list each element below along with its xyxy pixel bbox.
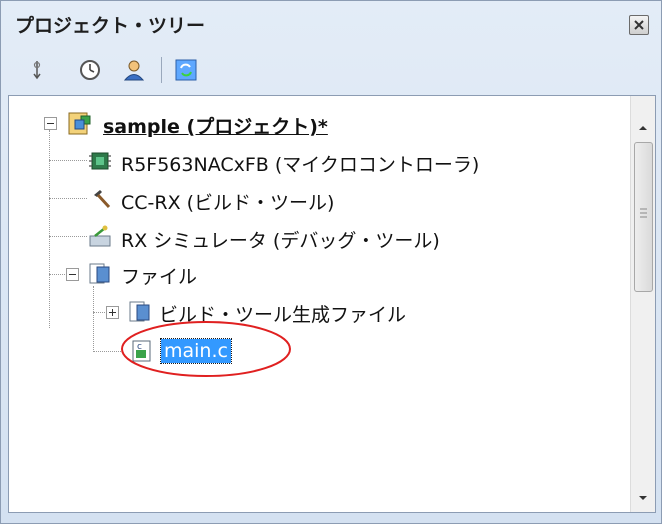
tree-item-debug-tool[interactable]: RX シミュレータ (デバッグ・ツール) bbox=[121, 226, 440, 253]
tree-connector bbox=[49, 160, 87, 161]
refresh-icon[interactable] bbox=[173, 57, 199, 83]
tree-connector bbox=[49, 198, 87, 199]
folder-icon bbox=[87, 260, 113, 286]
toolbar bbox=[1, 47, 661, 89]
project-tree-panel: プロジェクト・ツリー sample (プロジェクト)* R5F563NACxFB… bbox=[0, 0, 662, 524]
debug-tool-icon bbox=[87, 224, 113, 250]
tree-connector bbox=[49, 236, 87, 237]
annotation-ellipse bbox=[121, 321, 291, 377]
tree-connector bbox=[93, 286, 94, 352]
panel-title: プロジェクト・ツリー bbox=[15, 15, 206, 37]
vertical-scrollbar[interactable] bbox=[630, 96, 655, 512]
panel-titlebar: プロジェクト・ツリー bbox=[1, 1, 661, 45]
project-icon bbox=[67, 110, 93, 136]
clock-icon[interactable] bbox=[77, 57, 103, 83]
tree-connector bbox=[93, 312, 105, 313]
collapse-icon[interactable] bbox=[66, 268, 79, 281]
toolbar-separator bbox=[161, 57, 162, 83]
close-icon[interactable] bbox=[629, 15, 649, 35]
tree-item-microcontroller[interactable]: R5F563NACxFB (マイクロコントローラ) bbox=[121, 150, 479, 177]
user-icon[interactable] bbox=[121, 57, 147, 83]
microcontroller-icon bbox=[87, 148, 113, 174]
collapse-icon[interactable] bbox=[44, 117, 57, 130]
hammer-icon bbox=[87, 186, 113, 212]
tree-item-files[interactable]: ファイル bbox=[121, 262, 197, 289]
project-node-label[interactable]: sample (プロジェクト)* bbox=[103, 112, 328, 139]
project-tree[interactable]: sample (プロジェクト)* R5F563NACxFB (マイクロコントロー… bbox=[8, 95, 656, 513]
tree-connector bbox=[49, 274, 65, 275]
scrollbar-thumb[interactable] bbox=[634, 142, 653, 292]
scroll-up-icon[interactable] bbox=[637, 118, 649, 130]
scroll-down-icon[interactable] bbox=[637, 488, 649, 500]
tree-item-build-tool[interactable]: CC-RX (ビルド・ツール) bbox=[121, 188, 334, 215]
sort-icon[interactable] bbox=[27, 57, 53, 83]
